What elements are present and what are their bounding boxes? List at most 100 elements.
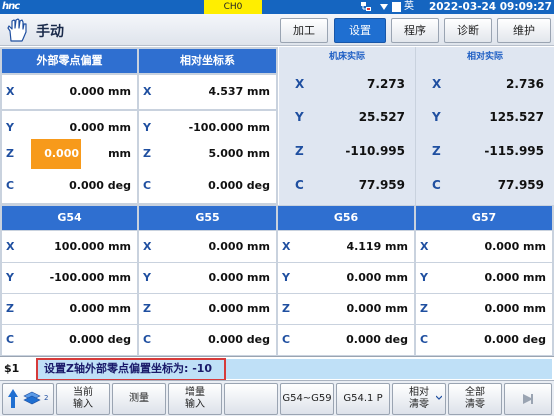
axis-value: 0.000 mm bbox=[208, 240, 270, 253]
softkey-empty-5[interactable] bbox=[224, 383, 278, 415]
work-offset-panel: G54 X 100.000 mm Y -100.000 mm Z 0.000 mm C… bbox=[0, 205, 554, 356]
offset-panel: 外部零点偏置 X 0.000 mm Y 0.000 mm Z 0.000 mm … bbox=[0, 47, 278, 205]
channel-indicator: CH0 bbox=[204, 0, 262, 14]
relative-actual-header: 相对实际 bbox=[466, 52, 503, 62]
axis-label: Z bbox=[143, 302, 151, 315]
axis-value: 0.000 deg bbox=[69, 333, 131, 346]
edit-value: 0.000 bbox=[44, 147, 79, 160]
axis-label: Z bbox=[432, 144, 441, 158]
relative-coord-z[interactable]: Z 5.000 mm bbox=[139, 137, 276, 171]
axis-label: C bbox=[6, 179, 15, 192]
tab-program[interactable]: 程序 bbox=[391, 18, 439, 43]
machine-x-value: 7.273 bbox=[367, 77, 405, 91]
channel-prompt: $1 bbox=[4, 362, 20, 375]
axis-value: 0.000 mm bbox=[69, 302, 131, 315]
mode-title: 手动 bbox=[36, 24, 64, 40]
datetime: 2022-03-24 09:09:27 bbox=[428, 1, 552, 13]
g55-c[interactable]: C 0.000 deg bbox=[139, 325, 276, 355]
g57-z[interactable]: Z 0.000 mm bbox=[416, 294, 552, 324]
axis-label: Y bbox=[143, 271, 151, 284]
softkey-all-clear[interactable]: 全部 清零 bbox=[448, 383, 502, 415]
softkey-label-line: 输入 bbox=[185, 399, 205, 410]
axis-label: Z bbox=[143, 147, 151, 160]
softkey-bar: 2 当前 输入 测量 增量 输入 G54~G59 G54.1 P 相对 清零 全… bbox=[0, 380, 554, 416]
g57-y[interactable]: Y 0.000 mm bbox=[416, 263, 552, 293]
softkey-g54-g59[interactable]: G54~G59 bbox=[280, 383, 334, 415]
g56-y[interactable]: Y 0.000 mm bbox=[278, 263, 414, 293]
axis-label: Z bbox=[6, 147, 14, 160]
softkey-next-page[interactable] bbox=[504, 383, 552, 415]
g57-c[interactable]: C 0.000 deg bbox=[416, 325, 552, 355]
softkey-label-line: 清零 bbox=[465, 399, 485, 410]
axis-value: 0.000 deg bbox=[346, 333, 408, 346]
axis-label: Y bbox=[432, 110, 441, 124]
softkey-relative-clear[interactable]: 相对 清零 bbox=[392, 383, 446, 415]
softkey-g54-1p[interactable]: G54.1 P bbox=[336, 383, 390, 415]
tab-settings[interactable]: 设置 bbox=[334, 18, 386, 43]
g55-x[interactable]: X 0.000 mm bbox=[139, 231, 276, 262]
axis-label: X bbox=[432, 77, 442, 91]
axis-label: X bbox=[295, 77, 305, 91]
g57-x[interactable]: X 0.000 mm bbox=[416, 231, 552, 262]
machine-z-value: -110.995 bbox=[345, 144, 405, 158]
axis-value: 0.000 mm bbox=[208, 302, 270, 315]
relative-actual-c-value: 77.959 bbox=[497, 178, 544, 192]
axis-label: Z bbox=[420, 302, 428, 315]
axis-label: Z bbox=[282, 302, 290, 315]
softkey-label-line: 相对 bbox=[409, 387, 429, 398]
external-offset-c[interactable]: C 0.000 deg bbox=[2, 169, 137, 203]
axis-label: Y bbox=[282, 271, 290, 284]
machine-c-value: 77.959 bbox=[358, 178, 405, 192]
message-highlight-frame bbox=[36, 358, 226, 381]
axis-label: C bbox=[420, 333, 429, 346]
g56-x[interactable]: X 4.119 mm bbox=[278, 231, 414, 262]
g55-z[interactable]: Z 0.000 mm bbox=[139, 294, 276, 324]
machine-actual-header: 机床实际 bbox=[328, 52, 365, 62]
external-offset-header: 外部零点偏置 bbox=[2, 49, 137, 73]
g54-z[interactable]: Z 0.000 mm bbox=[2, 294, 137, 324]
status-bar: hnc CH0 英 2022-03-24 09:09:27 bbox=[0, 0, 554, 14]
ime-indicator-icon[interactable] bbox=[392, 2, 401, 12]
external-offset-x[interactable]: X 0.000 mm bbox=[2, 75, 137, 109]
g54-y[interactable]: Y -100.000 mm bbox=[2, 263, 137, 293]
axis-value: 0.000 deg bbox=[208, 333, 270, 346]
machine-actual-panel: 机床实际 X 7.273 Y 25.527 Z -110.995 C 77.95… bbox=[279, 47, 415, 205]
g56-z[interactable]: Z 0.000 mm bbox=[278, 294, 414, 324]
hnc-logo: hnc bbox=[2, 1, 20, 12]
relative-coord-c[interactable]: C 0.000 deg bbox=[139, 169, 276, 203]
axis-label: X bbox=[143, 240, 152, 253]
axis-label: C bbox=[432, 178, 441, 192]
relative-coord-x[interactable]: X 4.537 mm bbox=[139, 75, 276, 109]
g54-header: G54 bbox=[2, 206, 137, 230]
axis-label: X bbox=[282, 240, 291, 253]
tab-maintenance[interactable]: 维护 bbox=[497, 18, 551, 43]
g54-c[interactable]: C 0.000 deg bbox=[2, 325, 137, 355]
external-offset-z[interactable]: Z 0.000 mm bbox=[2, 137, 137, 171]
axis-value: 0.000 mm bbox=[346, 302, 408, 315]
message-bar: $1 设置Z轴外部零点偏置坐标为: -10 bbox=[0, 356, 554, 381]
axis-label: C bbox=[295, 178, 304, 192]
axis-label: X bbox=[6, 85, 15, 98]
softkey-current-input[interactable]: 当前 输入 bbox=[56, 383, 110, 415]
axis-value: 0.000 mm bbox=[346, 271, 408, 284]
tab-machining[interactable]: 加工 bbox=[280, 18, 328, 43]
g54-x[interactable]: X 100.000 mm bbox=[2, 231, 137, 262]
axis-label: C bbox=[282, 333, 291, 346]
axis-value: 0.000 mm bbox=[484, 240, 546, 253]
axis-label: X bbox=[420, 240, 429, 253]
g56-c[interactable]: C 0.000 deg bbox=[278, 325, 414, 355]
dropdown-arrow-icon[interactable] bbox=[380, 3, 388, 11]
g55-y[interactable]: Y 0.000 mm bbox=[139, 263, 276, 293]
next-page-icon bbox=[523, 394, 533, 404]
axis-label: Z bbox=[295, 144, 304, 158]
softkey-measure[interactable]: 测量 bbox=[112, 383, 166, 415]
softkey-incremental-input[interactable]: 增量 输入 bbox=[168, 383, 222, 415]
relative-actual-x-value: 2.736 bbox=[506, 77, 544, 91]
tab-diagnosis[interactable]: 诊断 bbox=[444, 18, 492, 43]
softkey-level-up[interactable]: 2 bbox=[2, 383, 54, 415]
axis-value: 4.537 mm bbox=[208, 85, 270, 98]
editing-field[interactable]: 0.000 bbox=[31, 139, 81, 169]
g56-header: G56 bbox=[278, 206, 414, 230]
g55-header: G55 bbox=[139, 206, 276, 230]
input-language[interactable]: 英 bbox=[404, 0, 414, 14]
